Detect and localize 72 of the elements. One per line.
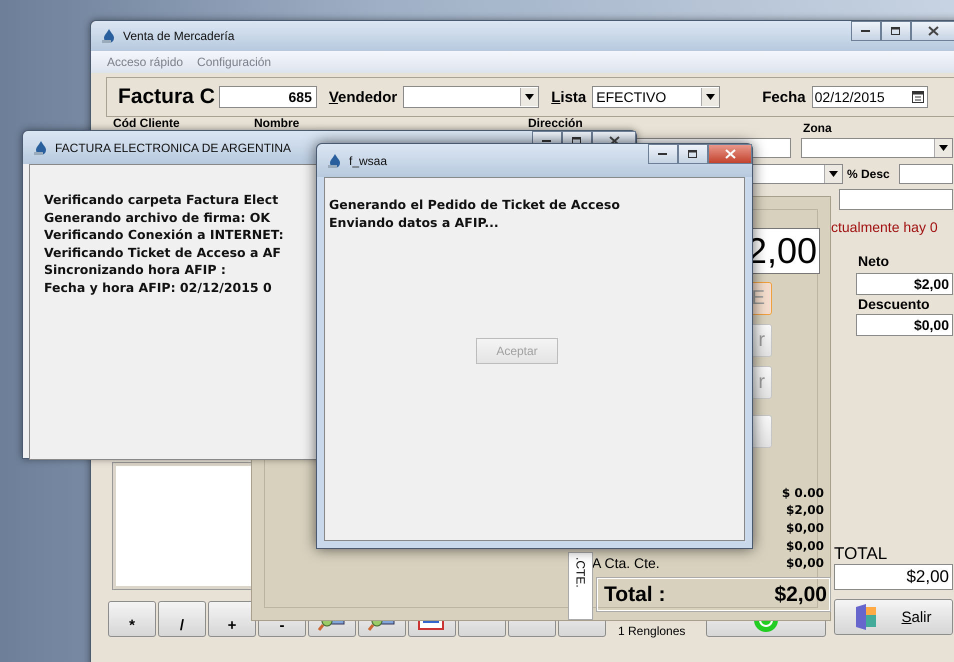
seller-dropdown[interactable] bbox=[403, 86, 540, 108]
status-line: Generando el Pedido de Ticket de Acceso bbox=[329, 196, 621, 214]
caret-icon bbox=[939, 145, 948, 151]
minimize-icon bbox=[861, 29, 871, 33]
close-icon bbox=[928, 26, 938, 36]
field-label: Zona bbox=[803, 121, 832, 135]
grand-total-field: $2,00 bbox=[834, 564, 953, 590]
window-title: f_wsaa bbox=[349, 154, 388, 168]
maximize-button[interactable] bbox=[678, 144, 708, 164]
door-icon bbox=[855, 603, 878, 631]
window-title: FACTURA ELECTRONICA DE ARGENTINA bbox=[55, 140, 292, 154]
drop-icon bbox=[101, 28, 117, 44]
tab[interactable]: .CTE. bbox=[568, 552, 593, 620]
payment-amount: $2,00 bbox=[786, 503, 824, 518]
keypad-button[interactable]: / bbox=[158, 601, 206, 637]
discount-label: % Desc bbox=[847, 167, 890, 181]
date-field[interactable]: 02/12/2015 bbox=[812, 86, 928, 108]
drop-icon bbox=[327, 152, 343, 168]
close-icon bbox=[608, 136, 620, 146]
exit-button[interactable]: Salir bbox=[834, 599, 953, 635]
text-field[interactable] bbox=[839, 189, 953, 210]
maximize-icon bbox=[572, 136, 582, 146]
status-line: Fecha y hora AFIP: 02/12/2015 0 bbox=[44, 278, 273, 297]
field-label: Dirección bbox=[528, 116, 583, 130]
net-field: $2,00 bbox=[856, 273, 953, 295]
status-line: Enviando datos a AFIP... bbox=[329, 214, 500, 232]
keypad-button[interactable]: + bbox=[208, 601, 256, 637]
payment-amount: $0,00 bbox=[786, 538, 824, 553]
discount-amount-label: Descuento bbox=[858, 296, 930, 312]
grand-total-label: TOTAL bbox=[834, 544, 888, 564]
window-title: Venta de Mercadería bbox=[123, 29, 234, 43]
document-type-label: Factura C bbox=[118, 85, 215, 109]
payment-amount: $0,00 bbox=[786, 556, 824, 570]
minimize-button[interactable] bbox=[851, 21, 881, 41]
payment-amount: $ 0.00 bbox=[782, 486, 824, 500]
status-line: Sincronizando hora AFIP : bbox=[44, 261, 227, 279]
drop-icon bbox=[33, 140, 49, 156]
status-line: Verificando carpeta Factura Elect bbox=[44, 191, 280, 209]
price-list-dropdown[interactable]: EFECTIVO bbox=[592, 86, 720, 108]
status-line: Verificando Conexión a INTERNET: bbox=[44, 226, 285, 244]
discount-amount-field: $0,00 bbox=[856, 314, 953, 336]
caret-icon bbox=[525, 94, 534, 100]
close-button[interactable] bbox=[708, 144, 752, 164]
net-label: Neto bbox=[858, 253, 890, 269]
calendar-icon[interactable] bbox=[912, 91, 924, 103]
maximize-button[interactable] bbox=[881, 21, 911, 41]
close-button[interactable] bbox=[911, 21, 954, 41]
keypad-button[interactable]: * bbox=[108, 601, 156, 637]
list-label: Lista bbox=[551, 88, 586, 106]
payment-label: A Cta. Cte. bbox=[592, 555, 660, 572]
number-field[interactable]: 685 bbox=[218, 86, 317, 108]
discount-field[interactable] bbox=[899, 164, 953, 184]
rows-count: 1 Renglones bbox=[618, 624, 686, 638]
payment-amount: $0,00 bbox=[786, 520, 824, 535]
field-label: Nombre bbox=[254, 116, 300, 130]
status-line: Generando archivo de firma: OK bbox=[44, 208, 272, 226]
maximize-icon bbox=[688, 150, 698, 158]
minimize-icon bbox=[658, 152, 668, 156]
notice-text: ctualmente hay 0 bbox=[831, 219, 938, 235]
minimize-icon bbox=[542, 139, 552, 143]
caret-icon bbox=[829, 171, 838, 177]
minimize-button[interactable] bbox=[648, 144, 678, 164]
total-label: Total : bbox=[604, 582, 666, 606]
close-icon bbox=[724, 149, 736, 159]
seller-label: Vendedor bbox=[328, 88, 398, 106]
caret-icon bbox=[706, 94, 716, 100]
maximize-icon bbox=[891, 26, 901, 36]
field-label: Cód Cliente bbox=[113, 116, 180, 130]
date-label: Fecha bbox=[762, 88, 806, 106]
total-amount: $2,00 bbox=[774, 582, 827, 606]
zone-dropdown[interactable] bbox=[801, 138, 953, 158]
status-line: Verificando Ticket de Acceso a AF bbox=[44, 244, 282, 262]
